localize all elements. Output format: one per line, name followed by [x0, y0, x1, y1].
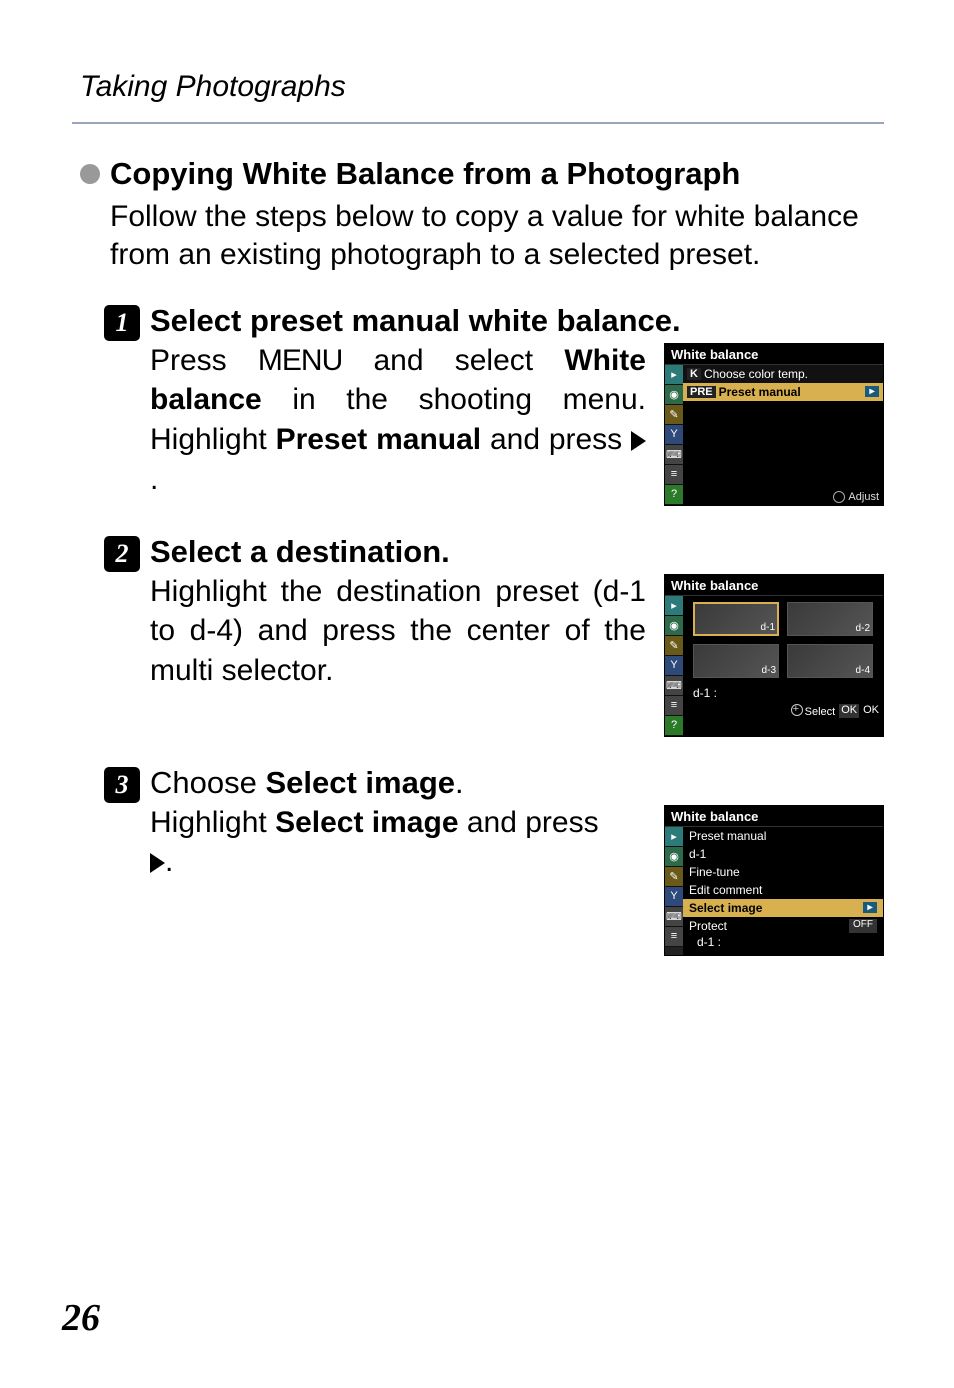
step-3-text-a: Highlight [150, 806, 275, 839]
step-1-text-d: and press [481, 423, 631, 456]
step-1-text-a: Press [150, 344, 258, 377]
step-1-text-b: and select [342, 344, 564, 377]
shooting-tab-icon: ◉ [665, 616, 683, 636]
section-description: Follow the steps below to copy a value f… [110, 198, 884, 275]
playback-tab-icon: ▸ [665, 596, 683, 616]
preset-d3-label: d-3 [762, 665, 776, 676]
preset-d2: d-2 [787, 602, 873, 636]
page-header: Taking Photographs [80, 70, 884, 104]
menu-button-label: MENU [258, 344, 342, 377]
sc2-sidebar: ▸ ◉ ✎ Y ⌨ ≡ ? [665, 596, 683, 736]
sc1-footer: Adjust [833, 491, 879, 503]
step-1-bold-preset: Preset manual [276, 423, 482, 456]
preset-grid: d-1 d-2 d-3 d-4 [683, 596, 883, 684]
sc3-row-finetune: Fine-tune [683, 863, 883, 881]
step-1-text-e: . [150, 463, 158, 496]
step-1: 1 Select preset manual white balance. Pr… [104, 303, 884, 506]
preset-d2-label: d-2 [856, 623, 870, 634]
sc3-arrow-icon: ▸ [863, 902, 877, 913]
sc3-title: White balance [665, 806, 883, 827]
sc1-arrow-icon: ▸ [865, 386, 879, 397]
sc1-row1-label: Choose color temp. [704, 367, 808, 381]
step-2: 2 Select a destination. Highlight the de… [104, 534, 884, 737]
retouch-tab-icon: ⌨ [665, 907, 683, 927]
step-3-title-bold: Select image [265, 765, 455, 800]
sc3-selectimage-label: Select image [689, 901, 762, 915]
page-number: 26 [62, 1296, 100, 1340]
mymenu-tab-icon: ≡ [665, 465, 683, 485]
shooting-tab-icon: ◉ [665, 385, 683, 405]
sc1-title: White balance [665, 344, 883, 365]
custom-tab-icon: ✎ [665, 636, 683, 656]
sc2-ok-label: OK [863, 704, 879, 718]
sc1-pre-prefix: PRE [687, 386, 716, 398]
step-number-3: 3 [104, 767, 140, 803]
step-2-text: Highlight the destination preset (d-1 to… [150, 572, 646, 691]
screenshot-white-balance-menu: White balance ▸ ◉ ✎ Y ⌨ ≡ ? K Cho [664, 343, 884, 506]
sc1-footer-label: Adjust [848, 491, 879, 503]
retouch-tab-icon: ⌨ [665, 445, 683, 465]
sc1-row-preset-manual: PRE Preset manual ▸ [683, 383, 883, 401]
sc3-off-label: OFF [849, 919, 877, 933]
section-title-row: Copying White Balance from a Photograph [80, 156, 884, 192]
screenshot-preset-destination: White balance ▸ ◉ ✎ Y ⌨ ≡ ? d-1 d [664, 574, 884, 737]
sc3-protect-label: Protect [689, 919, 727, 933]
section-bullet-icon [80, 164, 100, 184]
section-title: Copying White Balance from a Photograph [110, 156, 740, 192]
sc2-title: White balance [665, 575, 883, 596]
step-number-2: 2 [104, 536, 140, 572]
sc3-row-selectimage: Select image ▸ [683, 899, 883, 917]
preset-d3: d-3 [693, 644, 779, 678]
sc3-row-protect: Protect OFF [683, 917, 883, 935]
help-tab-icon: ? [665, 716, 683, 736]
step-3-text-c: . [165, 845, 173, 878]
sc3-sidebar: ▸ ◉ ✎ Y ⌨ ≡ [665, 827, 683, 955]
mymenu-tab-icon: ≡ [665, 696, 683, 716]
shooting-tab-icon: ◉ [665, 847, 683, 867]
header-rule [72, 122, 884, 124]
step-3: 3 Choose Select image. Highlight Select … [104, 765, 884, 956]
retouch-tab-icon: ⌨ [665, 676, 683, 696]
sc1-row2-label: Preset manual [719, 385, 801, 399]
select-pad-icon [791, 704, 803, 716]
sc2-select-label: Select [805, 706, 836, 718]
sc1-row-colortemp: K Choose color temp. [683, 365, 883, 383]
setup-tab-icon: Y [665, 656, 683, 676]
adjust-dial-icon [833, 491, 845, 503]
ok-icon-label: OK [841, 704, 857, 716]
playback-tab-icon: ▸ [665, 827, 683, 847]
preset-d4-label: d-4 [856, 665, 870, 676]
preset-d1-label: d-1 [761, 622, 775, 633]
step-3-title-prefix: Choose [150, 765, 265, 800]
step-3-text: Highlight Select image and press . [150, 803, 646, 882]
step-number-1: 1 [104, 305, 140, 341]
custom-tab-icon: ✎ [665, 405, 683, 425]
step-1-title: Select preset manual white balance. [150, 303, 884, 339]
sc1-k-prefix: K [687, 368, 701, 380]
step-2-title: Select a destination. [150, 534, 884, 570]
step-1-text: Press MENU and select White balance in t… [150, 341, 646, 499]
sc3-row-d1: d-1 [683, 845, 883, 863]
sc2-selected-label: d-1 : [683, 684, 883, 702]
sc3-row-editcomment: Edit comment [683, 881, 883, 899]
step-3-title-suffix: . [455, 765, 464, 800]
sc3-dlabel: d-1 : [683, 935, 883, 949]
setup-tab-icon: Y [665, 425, 683, 445]
mymenu-tab-icon: ≡ [665, 927, 683, 947]
custom-tab-icon: ✎ [665, 867, 683, 887]
sc3-row-preset-manual: Preset manual [683, 827, 883, 845]
sc1-sidebar: ▸ ◉ ✎ Y ⌨ ≡ ? [665, 365, 683, 505]
screenshot-select-image-menu: White balance ▸ ◉ ✎ Y ⌨ ≡ Preset manual … [664, 805, 884, 956]
playback-tab-icon: ▸ [665, 365, 683, 385]
right-arrow-icon [631, 423, 646, 456]
step-3-text-b: and press [459, 806, 599, 839]
right-arrow-icon [150, 845, 165, 878]
help-tab-icon: ? [665, 485, 683, 505]
step-3-bold: Select image [275, 806, 458, 839]
setup-tab-icon: Y [665, 887, 683, 907]
step-3-title: Choose Select image. [150, 765, 884, 801]
preset-d4: d-4 [787, 644, 873, 678]
sc2-footer: Select OK OK [683, 702, 883, 720]
preset-d1: d-1 [693, 602, 779, 636]
